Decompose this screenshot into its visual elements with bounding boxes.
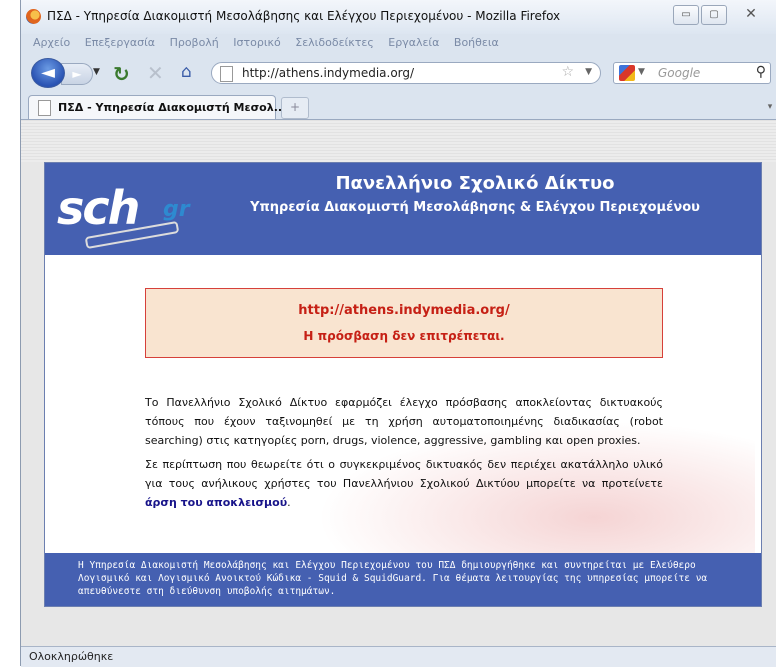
page-footer: Η Υπηρεσία Διακομιστή Μεσολάβησης και Ελ…	[45, 553, 761, 606]
close-button[interactable]: ✕	[731, 5, 771, 23]
maximize-button[interactable]: ▢	[701, 5, 727, 25]
search-icon[interactable]: ⚲	[756, 64, 766, 80]
policy-paragraph: Το Πανελλήνιο Σχολικό Δίκτυο εφαρμόζει έ…	[145, 396, 663, 447]
bookmark-star-icon[interactable]: ☆	[561, 64, 574, 80]
firefox-icon	[26, 9, 41, 24]
url-dropdown-icon[interactable]: ▼	[585, 67, 592, 77]
unblock-paragraph: Σε περίπτωση που θεωρείτε ότι ο συγκεκρι…	[145, 455, 663, 512]
tab-list-icon[interactable]: ▾	[763, 97, 776, 117]
page-content: sch gr Πανελλήνιο Σχολικό Δίκτυο Υπηρεσί…	[21, 120, 776, 646]
search-engine-icon[interactable]	[619, 65, 635, 81]
search-placeholder[interactable]: Google	[658, 66, 700, 80]
title-bar: ΠΣΔ - Υπηρεσία Διακομιστή Μεσολάβησης κα…	[21, 0, 776, 34]
header-subtitle: Υπηρεσία Διακομιστή Μεσολάβησης & Ελέγχο…	[250, 200, 700, 215]
forward-button[interactable]: ►	[61, 63, 93, 85]
tab-current[interactable]: ΠΣΔ - Υπηρεσία Διακομιστή Μεσολ...	[28, 95, 286, 119]
menu-history[interactable]: Ιστορικό	[233, 36, 281, 49]
browser-window: ΠΣΔ - Υπηρεσία Διακομιστή Μεσολάβησης κα…	[20, 0, 776, 667]
search-bar[interactable]: ▼ Google ⚲	[613, 62, 771, 84]
tab-strip: ΠΣΔ - Υπηρεσία Διακομιστή Μεσολ... + ▾	[21, 93, 776, 120]
menu-tools[interactable]: Εργαλεία	[388, 36, 439, 49]
menu-file[interactable]: Αρχείο	[33, 36, 70, 49]
page-header: sch gr Πανελλήνιο Σχολικό Δίκτυο Υπηρεσί…	[45, 163, 761, 255]
page-icon	[38, 100, 51, 116]
url-text[interactable]: http://athens.indymedia.org/	[242, 66, 414, 80]
header-title: Πανελλήνιο Σχολικό Δίκτυο	[335, 173, 615, 194]
menu-edit[interactable]: Επεξεργασία	[85, 36, 155, 49]
history-dropdown-icon[interactable]: ▼	[93, 67, 100, 77]
status-text: Ολοκληρώθηκε	[29, 650, 114, 663]
menu-help[interactable]: Βοήθεια	[454, 36, 499, 49]
window-title: ΠΣΔ - Υπηρεσία Διακομιστή Μεσολάβησης κα…	[47, 9, 561, 23]
status-bar: Ολοκληρώθηκε	[21, 646, 776, 667]
back-button[interactable]: ◄	[31, 58, 65, 88]
menu-bar: Αρχείο Επεξεργασία Προβολή Ιστορικό Σελι…	[21, 36, 776, 54]
new-tab-button[interactable]: +	[281, 97, 309, 119]
reload-icon[interactable]: ↻	[113, 62, 130, 86]
menu-view[interactable]: Προβολή	[170, 36, 219, 49]
navigation-toolbar: ► ◄ ▼ ↻ ✕ ⌂ http://athens.indymedia.org/…	[21, 56, 776, 90]
unblock-period: .	[287, 496, 291, 509]
search-engine-dropdown-icon[interactable]: ▼	[638, 67, 645, 77]
page-icon	[220, 66, 233, 82]
blocked-message: Η πρόσβαση δεν επιτρέπεται.	[303, 329, 505, 343]
menu-bookmarks[interactable]: Σελιδοδείκτες	[295, 36, 374, 49]
blocked-page-panel: sch gr Πανελλήνιο Σχολικό Δίκτυο Υπηρεσί…	[44, 162, 762, 607]
page-background	[21, 120, 776, 162]
sch-logo-suffix: gr	[163, 197, 190, 222]
footer-text: Η Υπηρεσία Διακομιστή Μεσολάβησης και Ελ…	[78, 560, 708, 597]
home-icon[interactable]: ⌂	[181, 62, 192, 82]
url-bar[interactable]: http://athens.indymedia.org/ ☆ ▼	[211, 62, 601, 84]
blocked-alert-box: http://athens.indymedia.org/ Η πρόσβαση …	[145, 288, 663, 358]
minimize-button[interactable]: ▭	[673, 5, 699, 25]
blocked-url: http://athens.indymedia.org/	[298, 303, 510, 318]
sch-logo: sch	[57, 181, 140, 235]
tab-label: ΠΣΔ - Υπηρεσία Διακομιστή Μεσολ...	[58, 101, 287, 114]
stop-icon[interactable]: ✕	[147, 61, 164, 85]
unblock-request-link[interactable]: άρση του αποκλεισμού	[145, 496, 287, 509]
unblock-text: Σε περίπτωση που θεωρείτε ότι ο συγκεκρι…	[145, 458, 663, 490]
